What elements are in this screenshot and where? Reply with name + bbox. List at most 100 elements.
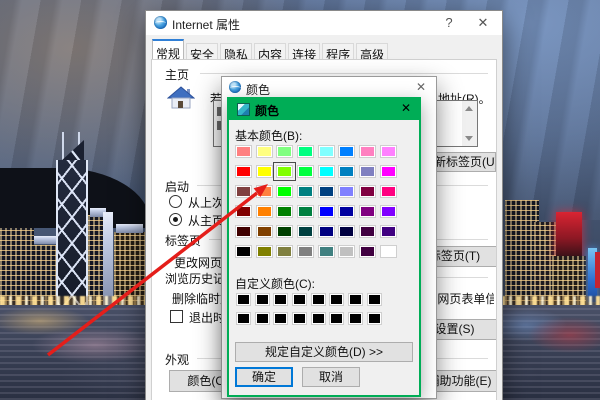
color-swatch[interactable] [297, 185, 315, 198]
close-button[interactable]: ✕ [468, 11, 498, 35]
color-swatch[interactable] [338, 225, 356, 238]
color-swatch[interactable] [338, 145, 356, 158]
custom-color-swatch[interactable] [329, 312, 345, 325]
delete-on-exit-checkbox[interactable] [170, 310, 183, 323]
color-swatch[interactable] [317, 165, 335, 178]
color-swatch[interactable] [379, 205, 397, 218]
ie-icon [154, 16, 167, 29]
buildings-left [114, 232, 145, 306]
color-dialog-title: 颜色 [255, 104, 280, 118]
color-swatch[interactable] [359, 245, 377, 258]
radio-start-home[interactable] [169, 213, 182, 226]
color-swatch[interactable] [255, 145, 273, 158]
color-swatch[interactable] [297, 165, 315, 178]
color-swatch[interactable] [276, 205, 294, 218]
window-title: Internet 属性 [172, 18, 241, 32]
color-swatch[interactable] [359, 185, 377, 198]
custom-color-swatch[interactable] [254, 293, 270, 306]
custom-color-swatch[interactable] [273, 312, 289, 325]
section-divider [200, 73, 488, 74]
custom-color-swatch[interactable] [273, 293, 289, 306]
custom-color-swatch[interactable] [310, 293, 326, 306]
color-swatch[interactable] [317, 185, 335, 198]
custom-color-swatch[interactable] [366, 293, 382, 306]
color-dialog-icon [229, 81, 241, 93]
scroll-down-icon[interactable] [465, 136, 473, 141]
home-icon [167, 86, 195, 109]
color-swatch[interactable] [297, 225, 315, 238]
color-swatch[interactable] [235, 225, 252, 238]
color-swatch[interactable] [235, 205, 252, 218]
scroll-up-icon[interactable] [465, 106, 473, 111]
color-swatch[interactable] [359, 205, 377, 218]
white-tower [103, 212, 113, 306]
color-swatch[interactable] [255, 165, 273, 178]
color-swatch[interactable] [273, 162, 297, 181]
custom-color-swatch[interactable] [366, 312, 382, 325]
color-swatch[interactable] [255, 225, 273, 238]
appearance-section-label: 外观 [165, 353, 190, 367]
custom-color-swatch[interactable] [236, 312, 251, 325]
color-swatch[interactable] [276, 245, 294, 258]
boc-antenna [62, 132, 64, 162]
color-swatch[interactable] [338, 205, 356, 218]
boc-tower [56, 160, 88, 305]
color-swatch[interactable] [317, 145, 335, 158]
color-swatch[interactable] [379, 245, 397, 258]
custom-colors-grid [236, 293, 384, 325]
custom-color-swatch[interactable] [310, 312, 326, 325]
define-custom-colors-button[interactable]: 规定自定义颜色(D) >> [235, 342, 413, 362]
tabs-section-label: 标签页 [165, 234, 202, 248]
custom-colors-label: 自定义颜色(C): [235, 277, 315, 291]
custom-color-swatch[interactable] [254, 312, 270, 325]
color-swatch[interactable] [317, 225, 335, 238]
color-swatch[interactable] [379, 165, 397, 178]
window-titlebar[interactable]: Internet 属性 ? ✕ [146, 11, 502, 35]
color-swatch[interactable] [235, 165, 252, 178]
cancel-button[interactable]: 取消 [302, 367, 360, 387]
tab-strip: 常规 安全 隐私 内容 连接 程序 高级 [152, 39, 390, 66]
custom-color-swatch[interactable] [236, 293, 251, 306]
color-dialog-titlebar[interactable]: 颜色 ✕ [229, 99, 419, 120]
color-swatch[interactable] [255, 185, 273, 198]
color-swatch[interactable] [297, 205, 315, 218]
color-swatch[interactable] [235, 245, 252, 258]
custom-color-swatch[interactable] [348, 312, 364, 325]
radio-last-session[interactable] [169, 195, 182, 208]
color-swatch[interactable] [297, 245, 315, 258]
color-swatch[interactable] [235, 185, 252, 198]
custom-color-swatch[interactable] [348, 293, 364, 306]
color-swatch[interactable] [235, 145, 252, 158]
custom-color-swatch[interactable] [292, 312, 308, 325]
home-section-label: 主页 [165, 68, 190, 82]
custom-color-swatch[interactable] [329, 293, 345, 306]
color-swatch[interactable] [297, 145, 315, 158]
custom-color-swatch[interactable] [292, 293, 308, 306]
textarea-scrollbar[interactable] [462, 101, 477, 146]
color-swatch[interactable] [359, 165, 377, 178]
color-swatch[interactable] [317, 205, 335, 218]
lit-rooftop [116, 224, 143, 233]
color-swatch[interactable] [359, 145, 377, 158]
color-swatch[interactable] [276, 185, 294, 198]
color-swatch[interactable] [379, 225, 397, 238]
color-dialog-icon [237, 103, 250, 116]
ok-button[interactable]: 确定 [235, 367, 293, 387]
color-swatch[interactable] [379, 185, 397, 198]
color-swatch[interactable] [255, 245, 273, 258]
close-icon[interactable]: ✕ [401, 101, 411, 115]
color-swatch[interactable] [276, 225, 294, 238]
color-swatch[interactable] [338, 185, 356, 198]
basic-colors-label: 基本颜色(B): [235, 129, 303, 143]
color-swatch[interactable] [379, 145, 397, 158]
color-swatch[interactable] [359, 225, 377, 238]
close-icon[interactable]: ✕ [416, 80, 426, 94]
color-swatch[interactable] [338, 245, 356, 258]
color-dialog: 颜色 ✕ 基本颜色(B): 自定义颜色(C): 规定自定义颜色(D) >> 确定… [227, 97, 421, 397]
color-swatch[interactable] [338, 165, 356, 178]
color-swatch[interactable] [255, 205, 273, 218]
startup-section-label: 启动 [165, 180, 190, 194]
color-swatch[interactable] [276, 145, 294, 158]
help-button[interactable]: ? [434, 11, 464, 35]
color-swatch[interactable] [317, 245, 335, 258]
